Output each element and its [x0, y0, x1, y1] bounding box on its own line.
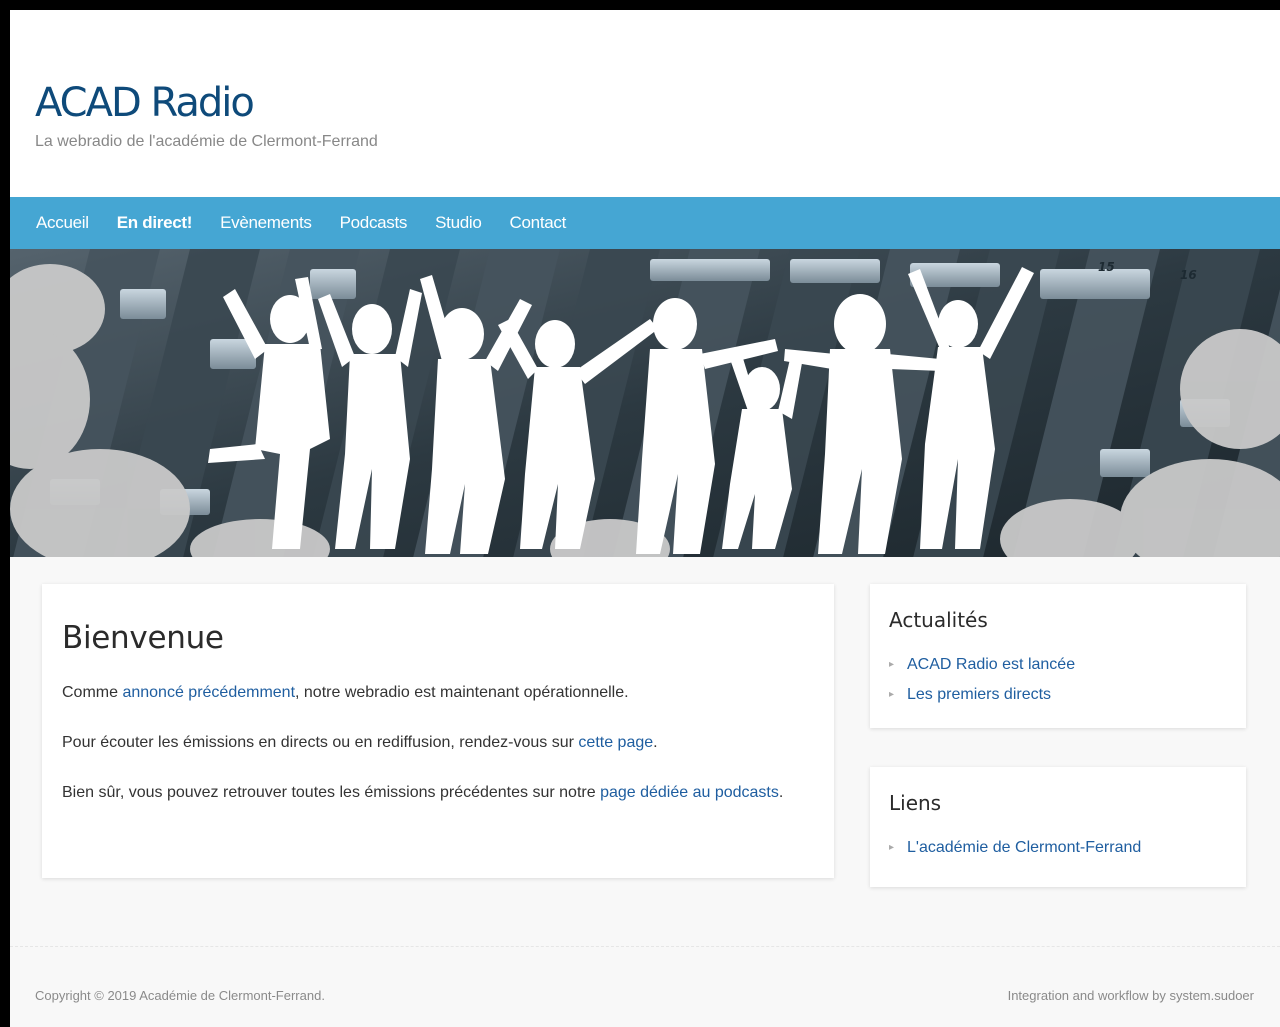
news-link[interactable]: ACAD Radio est lancée	[907, 650, 1075, 680]
site-tagline: La webradio de l'académie de Clermont-Fe…	[35, 133, 378, 150]
nav-item-studio[interactable]: Studio	[435, 213, 482, 233]
article-paragraph-3: Bien sûr, vous pouvez retrouver toutes l…	[62, 778, 814, 808]
article-paragraph-1: Comme annoncé précédemment, notre webrad…	[62, 678, 814, 708]
text: Bien sûr, vous pouvez retrouver toutes l…	[62, 784, 601, 801]
welcome-article: Bienvenue Comme annoncé précédemment, no…	[42, 584, 834, 878]
nav-item-evenements[interactable]: Evènements	[220, 213, 312, 233]
article-paragraph-2: Pour écouter les émissions en directs ou…	[62, 728, 814, 758]
svg-text:16: 16	[1180, 268, 1197, 282]
links-list: ▸ L'académie de Clermont-Ferrand	[889, 833, 1226, 863]
hero-image: 15 16	[10, 249, 1280, 557]
article-title: Bienvenue	[62, 620, 224, 656]
main-nav: Accueil En direct! Evènements Podcasts S…	[10, 197, 1280, 249]
footer-credit: Integration and workflow by system.sudoe…	[1007, 988, 1254, 1003]
list-item: ▸ L'académie de Clermont-Ferrand	[889, 833, 1226, 863]
list-item: ▸ Les premiers directs	[889, 680, 1226, 710]
text: .	[778, 784, 784, 801]
text: Pour écouter les émissions en directs ou…	[62, 734, 579, 751]
text: .	[653, 734, 658, 751]
news-title: Actualités	[889, 608, 988, 632]
news-link[interactable]: Les premiers directs	[907, 680, 1051, 710]
nav-item-contact[interactable]: Contact	[510, 213, 567, 233]
cette-page-link[interactable]: cette page	[578, 734, 653, 751]
podcasts-page-link[interactable]: page dédiée au podcasts	[600, 784, 779, 801]
links-widget: Liens ▸ L'académie de Clermont-Ferrand	[870, 767, 1246, 887]
bullet-icon: ▸	[889, 659, 895, 670]
text: Comme	[62, 684, 123, 701]
nav-item-podcasts[interactable]: Podcasts	[340, 213, 408, 233]
nav-item-en-direct[interactable]: En direct!	[117, 213, 193, 233]
footer-divider	[10, 946, 1280, 947]
nav-item-accueil[interactable]: Accueil	[36, 213, 89, 233]
news-list: ▸ ACAD Radio est lancée ▸ Les premiers dir…	[889, 650, 1226, 710]
external-link[interactable]: L'académie de Clermont-Ferrand	[907, 833, 1141, 863]
bullet-icon: ▸	[889, 842, 895, 853]
svg-text:15: 15	[1098, 260, 1115, 274]
site-header: ACAD Radio La webradio de l'académie de …	[10, 10, 1280, 197]
bullet-icon: ▸	[889, 689, 895, 700]
annonce-link[interactable]: annoncé précédemment	[122, 684, 295, 701]
hero-banner: 15 16	[10, 249, 1280, 557]
links-title: Liens	[889, 791, 942, 815]
text: , notre webradio est maintenant opératio…	[295, 684, 629, 701]
news-widget: Actualités ▸ ACAD Radio est lancée ▸ Les p…	[870, 584, 1246, 728]
list-item: ▸ ACAD Radio est lancée	[889, 650, 1226, 680]
page: ACAD Radio La webradio de l'académie de …	[10, 10, 1280, 1027]
footer-copyright: Copyright © 2019 Académie de Clermont-Fe…	[35, 988, 325, 1003]
site-title[interactable]: ACAD Radio	[35, 80, 255, 126]
